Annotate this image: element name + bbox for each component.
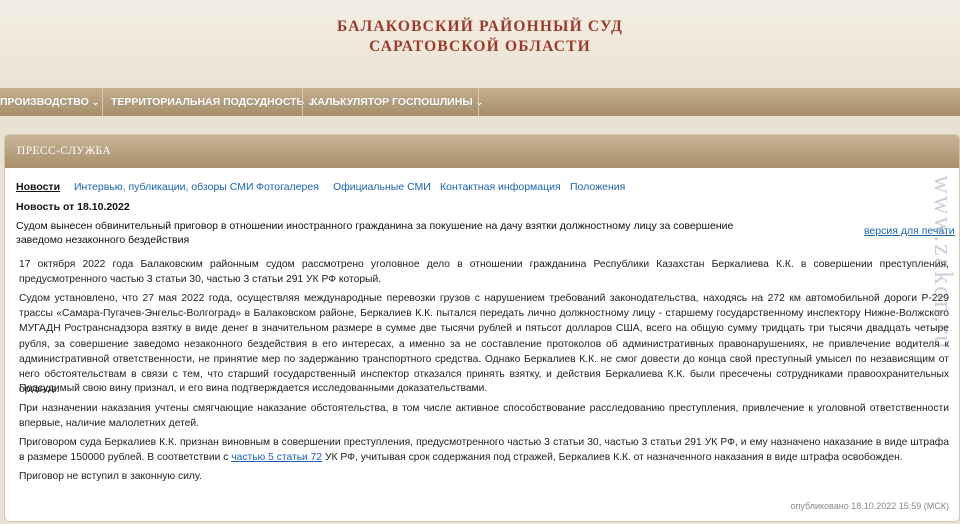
article-paragraph: Приговор не вступил в законную силу.: [19, 471, 202, 482]
menu-item-territorialnaya-podsudnost[interactable]: ТЕРРИТОРИАЛЬНАЯ ПОДСУДНОСТЬ ⌄: [111, 88, 315, 116]
panel-header: ПРЕСС-СЛУЖБА: [5, 135, 959, 168]
article-paragraph: При назначении наказания учтены смягчающ…: [19, 403, 949, 430]
main-menu: ПРОИЗВОДСТВО ⌄ ТЕРРИТОРИАЛЬНАЯ ПОДСУДНОСТ…: [0, 88, 960, 116]
tab-news[interactable]: Новости: [16, 181, 60, 193]
law-article-link[interactable]: частью 5 статьи 72: [231, 452, 322, 463]
menu-item-label: КАЛЬКУЛЯТОР ГОСПОШЛИНЫ: [311, 96, 473, 108]
court-title-line1: БАЛАКОВСКИЙ РАЙОННЫЙ СУД: [337, 18, 623, 35]
tab-contact-info[interactable]: Контактная информация: [440, 181, 561, 193]
article-paragraph: 17 октября 2022 года Балаковским районны…: [19, 259, 949, 286]
menu-divider: [478, 88, 479, 116]
published-timestamp: опубликовано 18.10.2022 15:59 (МСК): [790, 501, 949, 511]
panel-title: ПРЕСС-СЛУЖБА: [17, 145, 112, 157]
site-header: БАЛАКОВСКИЙ РАЙОННЫЙ СУД САРАТОВСКОЙ ОБЛ…: [0, 0, 960, 88]
tab-official-media[interactable]: Официальные СМИ: [333, 181, 431, 193]
menu-item-proizvodstvo[interactable]: ПРОИЗВОДСТВО ⌄: [0, 88, 99, 116]
tab-interviews[interactable]: Интервью, публикации, обзоры СМИ: [74, 181, 254, 193]
chevron-down-icon: ⌄: [91, 97, 100, 107]
press-service-panel: ПРЕСС-СЛУЖБА Новости Интервью, публикаци…: [4, 134, 960, 522]
chevron-down-icon: ⌄: [475, 97, 484, 107]
menu-divider: [302, 88, 303, 116]
tab-photo-gallery[interactable]: Фотогалерея: [256, 181, 319, 193]
menu-divider: [102, 88, 103, 116]
court-title-line2: САРАТОВСКОЙ ОБЛАСТИ: [369, 38, 591, 55]
tab-regulations[interactable]: Положения: [570, 181, 625, 193]
menu-item-label: ТЕРРИТОРИАЛЬНАЯ ПОДСУДНОСТЬ: [111, 96, 305, 108]
sentence-paragraph: Приговором суда Беркалиев К.К. признан в…: [19, 435, 949, 465]
article-paragraph: Подсудимый свою вину признал, и его вина…: [19, 383, 488, 394]
news-headline: Судом вынесен обвинительный приговор в о…: [16, 220, 734, 246]
news-date: Новость от 18.10.2022: [16, 201, 130, 213]
print-version-link[interactable]: версия для печати: [864, 225, 955, 237]
menu-item-label: ПРОИЗВОДСТВО: [0, 96, 89, 108]
sentence-text-after: УК РФ, учитывая срок содержания под стра…: [322, 452, 903, 464]
menu-item-kalkulyator-gosposhliny[interactable]: КАЛЬКУЛЯТОР ГОСПОШЛИНЫ ⌄: [311, 88, 483, 116]
